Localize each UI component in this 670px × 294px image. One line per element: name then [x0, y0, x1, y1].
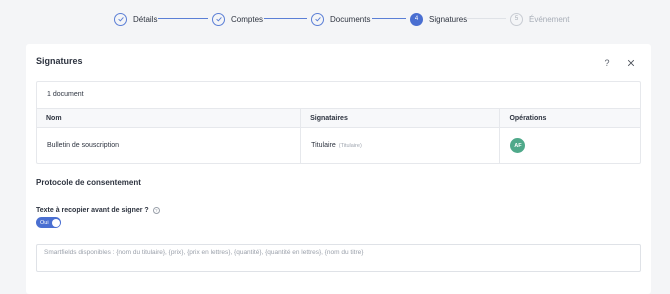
- check-icon: [114, 12, 127, 26]
- signer-name: Titulaire: [311, 142, 336, 149]
- step-label: Comptes: [231, 14, 264, 24]
- section-title: Protocole de consentement: [36, 178, 141, 187]
- operations-cell: AF: [499, 128, 640, 163]
- consent-toggle[interactable]: Oui: [36, 217, 61, 228]
- document-name: Bulletin de souscription: [47, 142, 119, 149]
- step-connector: [158, 18, 208, 19]
- step-label: Détails: [133, 14, 158, 24]
- avatar[interactable]: AF: [510, 138, 526, 153]
- column-header-signataires: Signataires: [300, 109, 499, 127]
- close-icon[interactable]: [625, 57, 637, 69]
- column-header-nom: Nom: [46, 115, 62, 122]
- card-title: Signatures: [36, 56, 83, 66]
- check-icon: [212, 12, 225, 26]
- step-connector: [466, 18, 506, 19]
- documents-table: 1 document Nom Signataires Opérations Bu…: [36, 81, 641, 164]
- table-header: Nom Signataires Opérations: [37, 109, 640, 128]
- toggle-knob: [51, 218, 60, 227]
- step-label: Événement: [529, 14, 570, 24]
- step-evenement[interactable]: 5 Événement: [510, 11, 569, 27]
- card-actions: ?: [601, 57, 637, 69]
- step-connector: [264, 18, 307, 19]
- field-label: Texte à recopier avant de signer ? ?: [36, 207, 160, 214]
- consent-text-input[interactable]: [36, 244, 641, 272]
- column-header-operations: Opérations: [499, 109, 640, 127]
- step-connector: [372, 18, 406, 19]
- document-count: 1 document: [37, 82, 640, 109]
- step-label: Documents: [330, 14, 371, 24]
- step-documents[interactable]: Documents: [311, 11, 370, 27]
- signer-cell: Titulaire (Titulaire): [300, 128, 499, 163]
- table-row: Bulletin de souscription Titulaire (Titu…: [37, 128, 640, 163]
- step-comptes[interactable]: Comptes: [212, 11, 263, 27]
- step-details[interactable]: Détails: [114, 11, 157, 27]
- step-signatures[interactable]: 4 Signatures: [410, 11, 467, 27]
- step-number: 4: [410, 12, 423, 26]
- help-icon[interactable]: ?: [152, 207, 160, 214]
- consent-question: Texte à recopier avant de signer ?: [36, 207, 149, 214]
- signer-role: (Titulaire): [338, 142, 362, 149]
- step-label: Signatures: [429, 14, 468, 24]
- check-icon: [311, 12, 324, 26]
- toggle-label: Oui: [40, 219, 49, 226]
- signatures-card: Signatures ? 1 document Nom Signataires …: [26, 44, 651, 294]
- help-icon[interactable]: ?: [601, 57, 613, 69]
- step-number: 5: [510, 12, 523, 26]
- progress-stepper: Détails Comptes Documents 4 Signatures 5…: [0, 0, 670, 38]
